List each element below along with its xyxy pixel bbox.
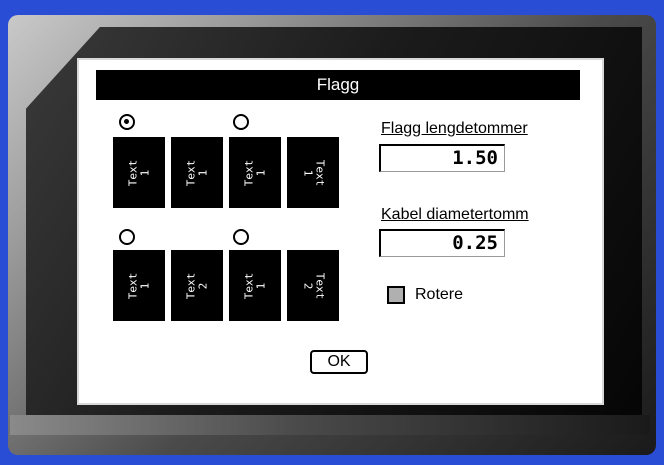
rotate-checkbox[interactable] [387, 286, 405, 304]
layout-option-2-tag-1[interactable]: Text 1 [229, 137, 281, 208]
layout-option-4-tag-2[interactable]: Text 2 [287, 250, 339, 321]
bezel-shine [10, 415, 650, 435]
flag-length-field[interactable]: 1.50 [379, 144, 505, 172]
layout-option-4-radio[interactable] [233, 229, 249, 245]
cable-diameter-label: Kabel diametertomm [381, 206, 529, 223]
screen-frame: Flagg Text 1 Text 1 Text 1 Text 1 Text 1… [0, 0, 664, 465]
radio-selected-dot [124, 119, 129, 124]
flag-dialog: Flagg Text 1 Text 1 Text 1 Text 1 Text 1… [77, 58, 604, 405]
layout-option-3-tag-2[interactable]: Text 2 [171, 250, 223, 321]
layout-option-2-tag-2[interactable]: Text 1 [287, 137, 339, 208]
layout-option-4-tag-1[interactable]: Text 1 [229, 250, 281, 321]
layout-option-1-tag-2[interactable]: Text 1 [171, 137, 223, 208]
layout-option-1-radio[interactable] [119, 114, 135, 130]
cable-diameter-field[interactable]: 0.25 [379, 229, 505, 257]
layout-option-3-radio[interactable] [119, 229, 135, 245]
ok-button[interactable]: OK [310, 350, 368, 374]
layout-option-1-tag-1[interactable]: Text 1 [113, 137, 165, 208]
dialog-title: Flagg [316, 75, 360, 94]
dialog-title-bar: Flagg [96, 70, 580, 100]
flag-length-label: Flagg lengdetommer [381, 120, 528, 137]
rotate-label: Rotere [415, 286, 464, 303]
layout-option-3-tag-1[interactable]: Text 1 [113, 250, 165, 321]
layout-option-2-radio[interactable] [233, 114, 249, 130]
